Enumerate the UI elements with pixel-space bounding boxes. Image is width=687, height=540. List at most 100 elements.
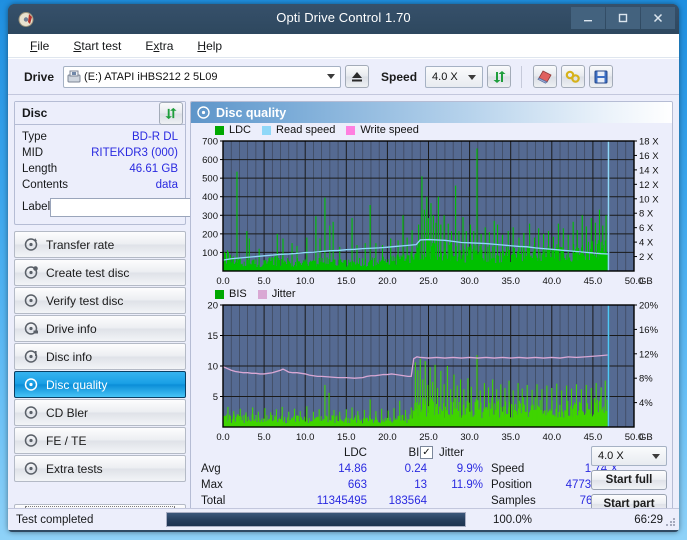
sidebar-item-disc-quality[interactable]: Disc quality (14, 371, 186, 398)
status-message: Test completed (16, 514, 166, 526)
xtick: 5.0 (257, 432, 270, 443)
xtick: 15.0 (337, 432, 356, 443)
disc-fete-icon (23, 433, 39, 448)
xtick: 15.0 (337, 276, 356, 287)
menu-start-test[interactable]: Start test (71, 37, 123, 55)
disc-label-key: Label (22, 201, 50, 213)
ytick-left: 400 (202, 192, 218, 203)
ytick-right: 16 X (639, 151, 659, 162)
x-axis-unit: GB (639, 432, 653, 443)
ytick-right: 2 X (639, 252, 654, 263)
sidebar-item-create-test-disc[interactable]: Create test disc (14, 259, 186, 286)
xtick: 45.0 (584, 276, 603, 287)
start-full-button[interactable]: Start full (591, 470, 667, 490)
sidebar-item-drive-info[interactable]: Drive info (14, 315, 186, 342)
disc-row-mid-value: RITEKDR3 (000) (91, 147, 178, 159)
chevron-down-icon[interactable] (468, 75, 476, 80)
tools-button[interactable] (561, 65, 585, 88)
legend-swatch-ldc (215, 126, 224, 135)
disc-row-type-key: Type (22, 131, 132, 143)
jitter-checkbox[interactable]: ✓ (420, 446, 433, 459)
ytick-right: 12 X (639, 180, 659, 191)
speed-value: 4.0 X (432, 71, 458, 83)
drive-select[interactable]: (E:) ATAPI iHBS212 2 5L09 (63, 66, 341, 88)
disc-refresh-button[interactable] (159, 102, 183, 125)
disc-row-type: Type BD-R DL (22, 129, 178, 145)
ytick-right: 16% (639, 325, 659, 336)
disc-create-icon (23, 265, 39, 280)
sidebar-item-label: Verify test disc (46, 294, 123, 308)
ytick-left: 600 (202, 155, 218, 166)
sidebar-item-disc-info[interactable]: Disc info (14, 343, 186, 370)
chevron-down-icon[interactable] (327, 74, 335, 79)
resize-grip-icon[interactable] (665, 516, 676, 527)
minimize-button[interactable] (571, 7, 605, 29)
results-jitter-max: 11.9% (420, 479, 483, 491)
sidebar-item-verify-test-disc[interactable]: Verify test disc (14, 287, 186, 314)
menu-bar: File Start test Extra Help (8, 34, 679, 58)
disc-row-contents: Contents data (22, 177, 178, 193)
bottom-chart: 51015204%8%12%16%20%0.05.010.015.020.025… (191, 301, 672, 443)
legend-swatch-bis (215, 290, 224, 299)
elapsed-time: 66:29 (532, 514, 679, 526)
close-button[interactable] (641, 7, 675, 29)
status-bar: Test completed 100.0% 66:29 (8, 508, 679, 530)
legend-label-read-speed: Read speed (276, 124, 335, 136)
speed-select[interactable]: 4.0 X (425, 66, 483, 88)
sidebar-item-cd-bler[interactable]: CD Bler (14, 399, 186, 426)
sidebar-item-extra-tests[interactable]: Extra tests (14, 455, 186, 482)
ytick-left: 300 (202, 211, 218, 222)
disc-row-type-value: BD-R DL (132, 131, 178, 143)
menu-file-label: ile (37, 39, 49, 53)
legend-swatch-jitter (258, 290, 267, 299)
legend-label-ldc: LDC (229, 124, 251, 136)
eraser-icon (537, 70, 553, 84)
xtick: 30.0 (460, 276, 479, 287)
erase-button[interactable] (533, 65, 557, 88)
ytick-right: 10 X (639, 194, 659, 205)
sidebar-item-fe-te[interactable]: FE / TE (14, 427, 186, 454)
results-bis-max: 13 (347, 479, 427, 491)
results-speed-select-value: 4.0 X (598, 450, 624, 462)
sidebar-item-label: Drive info (46, 322, 97, 336)
application-window: Opti Drive Control 1.70 File Start test … (8, 4, 679, 532)
refresh-icon (492, 70, 507, 84)
xtick: 25.0 (419, 276, 438, 287)
ytick-left: 15 (207, 331, 218, 342)
toolbar-divider (521, 66, 522, 88)
ytick-right: 8 X (639, 209, 654, 220)
progress-fill (167, 513, 465, 526)
disc-row-mid-key: MID (22, 147, 91, 159)
maximize-button[interactable] (606, 7, 640, 29)
results-bis-total: 183564 (347, 495, 427, 507)
menu-file[interactable]: File (28, 37, 51, 55)
menu-help[interactable]: Help (195, 37, 224, 55)
sidebar-item-label: Disc info (46, 350, 92, 364)
ytick-right: 6 X (639, 223, 654, 234)
drive-label: Drive (24, 70, 54, 84)
disc-row-mid: MID RITEKDR3 (000) (22, 145, 178, 161)
x-axis-unit: GB (639, 276, 653, 287)
save-button[interactable] (589, 65, 613, 88)
chevron-down-icon[interactable] (652, 454, 660, 459)
xtick: 40.0 (543, 432, 562, 443)
results-speed-select[interactable]: 4.0 X (591, 446, 667, 466)
xtick: 20.0 (378, 432, 397, 443)
ytick-left: 500 (202, 174, 218, 185)
menu-extra-label: tra (159, 39, 173, 53)
xtick: 0.0 (216, 276, 229, 287)
sidebar-item-transfer-rate[interactable]: Transfer rate (14, 231, 186, 258)
results-position-key: Position (491, 479, 532, 491)
nav-list: Transfer rateCreate test disc Verify test… (14, 231, 186, 482)
eject-button[interactable] (345, 65, 369, 88)
menu-extra[interactable]: Extra (143, 37, 175, 55)
xtick: 45.0 (584, 432, 603, 443)
title-bar: Opti Drive Control 1.70 (8, 4, 679, 34)
ytick-left: 20 (207, 301, 218, 312)
bottom-chart-legend: BISJitter (191, 287, 672, 301)
sidebar-item-label: FE / TE (46, 434, 86, 448)
xtick: 30.0 (460, 432, 479, 443)
jitter-label: Jitter (439, 447, 464, 459)
refresh-button[interactable] (487, 65, 511, 88)
results-row-total: Total (201, 495, 225, 507)
